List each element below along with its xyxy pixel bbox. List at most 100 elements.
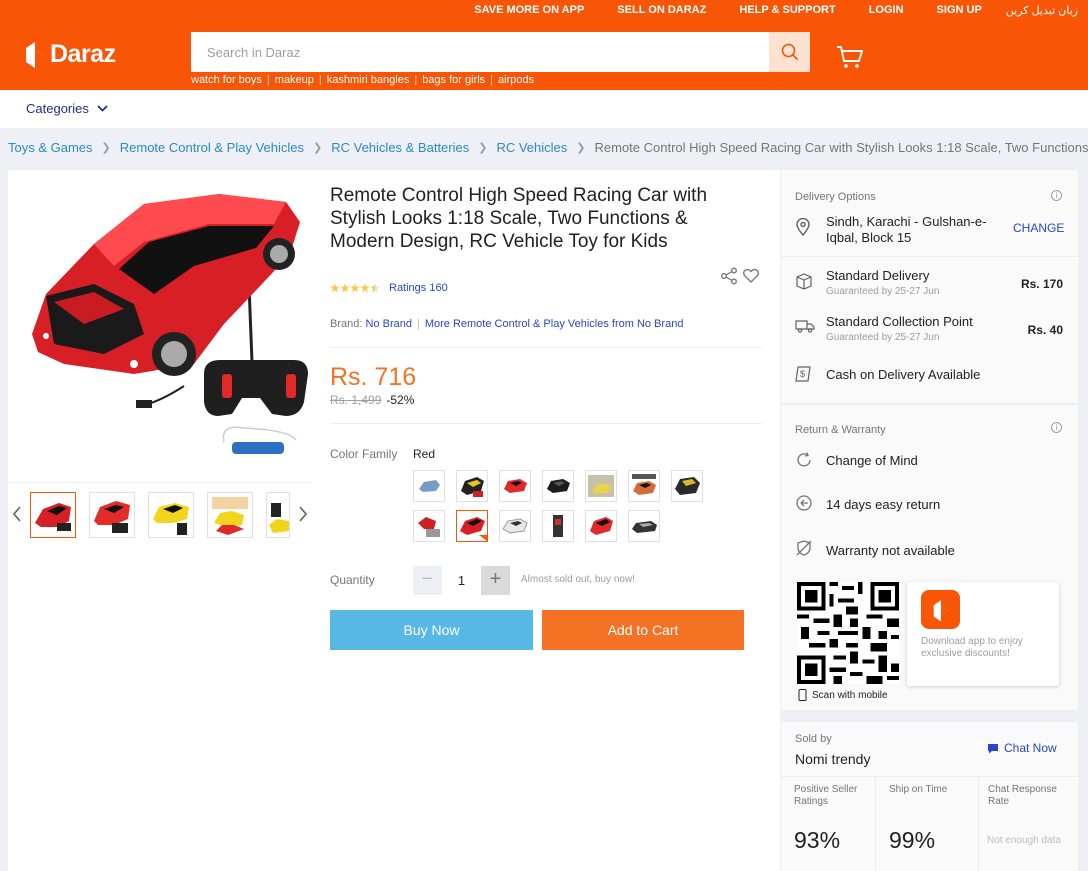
collection-point-price: Rs. 40	[1027, 323, 1063, 337]
suggestion-divider: |	[266, 74, 270, 86]
sold-by-label: Sold by	[795, 733, 832, 745]
breadcrumb-link[interactable]: RC Vehicles	[496, 140, 567, 155]
thumbnail[interactable]	[266, 492, 290, 538]
buy-now-button[interactable]: Buy Now	[330, 610, 533, 650]
color-swatch[interactable]	[542, 470, 574, 502]
color-swatch[interactable]	[628, 510, 660, 542]
app-promo-text: Download app to enjoy exclusive discount…	[921, 636, 1023, 659]
star-rating	[330, 283, 380, 293]
color-swatch[interactable]	[542, 510, 574, 542]
swatch-image	[675, 477, 700, 495]
brand-link[interactable]: No Brand	[365, 318, 411, 330]
save-more-on-app-link[interactable]: SAVE MORE ON APP	[474, 4, 584, 18]
color-swatch[interactable]	[499, 510, 531, 542]
language-switch-link[interactable]: زبان تبدیل کریں	[1006, 4, 1078, 18]
product-card: Remote Control High Speed Racing Car wit…	[8, 170, 780, 871]
seller-stat: Chat Response Rate Not enough data	[979, 776, 1078, 871]
discount-percent: -52%	[386, 393, 415, 407]
warranty-label: Warranty not available	[826, 543, 955, 558]
more-from-brand-link[interactable]: More Remote Control & Play Vehicles from…	[425, 318, 684, 330]
logo-text: Daraz	[50, 39, 116, 68]
color-family-value: Red	[413, 447, 436, 461]
qr-code-image[interactable]	[797, 582, 899, 684]
product-price: Rs. 716	[330, 363, 417, 391]
seller-name[interactable]: Nomi trendy	[795, 751, 870, 767]
top-links: SAVE MORE ON APP SELL ON DARAZ HELP & SU…	[474, 4, 1088, 18]
info-icon[interactable]: i	[1051, 190, 1062, 201]
color-swatch[interactable]	[585, 470, 617, 502]
add-to-cart-button[interactable]: Add to Cart	[542, 610, 744, 650]
swatch-image	[553, 515, 563, 537]
breadcrumb-link[interactable]: Toys & Games	[8, 140, 93, 155]
app-promo-card[interactable]: Download app to enjoy exclusive discount…	[907, 582, 1059, 686]
suggestion-divider: |	[490, 74, 494, 86]
breadcrumb-link[interactable]: Remote Control & Play Vehicles	[120, 140, 304, 155]
thumbnail[interactable]	[148, 492, 194, 538]
ratings-count-link[interactable]: Ratings 160	[389, 282, 448, 294]
quantity-increase-button[interactable]: +	[481, 566, 510, 595]
cash-on-delivery-label: Cash on Delivery Available	[826, 367, 981, 382]
delivery-options-title: Delivery Options	[795, 191, 876, 203]
categories-menu[interactable]: Categories	[26, 101, 108, 116]
share-icon[interactable]	[720, 267, 738, 285]
color-swatch[interactable]	[413, 470, 445, 502]
daraz-app-icon	[921, 590, 960, 629]
suggestion-link[interactable]: airpods	[498, 74, 534, 86]
divider	[330, 347, 762, 348]
daraz-logo-icon	[26, 42, 44, 68]
breadcrumb: Toys & Games ❯ Remote Control & Play Veh…	[8, 140, 1088, 155]
suggestion-link[interactable]: kashmiri bangles	[327, 74, 410, 86]
suggestion-link[interactable]: bags for girls	[422, 74, 485, 86]
swatch-image	[461, 477, 484, 497]
stat-label: Positive Seller Ratings	[794, 784, 858, 807]
signup-link[interactable]: SIGN UP	[937, 4, 982, 18]
share-wishlist-group	[720, 267, 760, 285]
search-button[interactable]	[769, 32, 810, 72]
thumbnail[interactable]	[207, 492, 253, 538]
return-icon	[796, 495, 812, 511]
search-input[interactable]	[191, 32, 769, 72]
swatch-image	[588, 475, 614, 497]
seller-stat: Ship on Time 99%	[876, 776, 978, 871]
suggestion-link[interactable]: watch for boys	[191, 74, 262, 86]
chevron-left-icon[interactable]	[12, 505, 22, 523]
breadcrumb-link[interactable]: RC Vehicles & Batteries	[331, 140, 469, 155]
login-link[interactable]: LOGIN	[869, 4, 904, 18]
quantity-value[interactable]: 1	[442, 566, 481, 595]
sell-on-daraz-link[interactable]: SELL ON DARAZ	[617, 4, 706, 18]
thumbnail[interactable]	[30, 492, 76, 538]
swatch-image	[590, 517, 613, 535]
top-header: SAVE MORE ON APP SELL ON DARAZ HELP & SU…	[0, 0, 1088, 90]
easy-return-label: 14 days easy return	[826, 497, 941, 512]
color-swatch[interactable]	[585, 510, 617, 542]
delivery-location: Sindh, Karachi - Gulshan-e-Iqbal, Block …	[826, 214, 987, 245]
collection-point-eta: Guaranteed by 25-27 Jun	[826, 332, 940, 343]
suggestion-link[interactable]: makeup	[275, 74, 314, 86]
product-main-image[interactable]	[24, 184, 312, 472]
suggestion-divider: |	[414, 74, 418, 86]
help-support-link[interactable]: HELP & SUPPORT	[739, 4, 835, 18]
quantity-label: Quantity	[330, 573, 375, 587]
delivery-options-panel: Delivery Options i Sindh, Karachi - Guls…	[781, 170, 1078, 403]
color-swatch[interactable]	[499, 470, 531, 502]
chevron-right-icon[interactable]	[298, 505, 308, 523]
quantity-decrease-button[interactable]: −	[413, 566, 442, 595]
swatch-image	[632, 474, 656, 495]
svg-text:$: $	[800, 369, 805, 379]
color-swatch[interactable]	[671, 470, 703, 502]
chat-now-button[interactable]: Chat Now	[987, 741, 1057, 755]
stat-value: 93%	[794, 827, 841, 853]
search-suggestions: watch for boys | makeup | kashmiri bangles…	[191, 74, 534, 86]
change-location-link[interactable]: CHANGE	[1013, 221, 1064, 235]
color-swatch[interactable]	[628, 470, 660, 502]
info-icon[interactable]: i	[1051, 422, 1062, 433]
color-swatch[interactable]	[456, 470, 488, 502]
cart-icon[interactable]	[836, 45, 864, 69]
heart-icon[interactable]	[742, 267, 760, 285]
star-icon	[330, 283, 340, 293]
color-family-label: Color Family	[330, 447, 398, 461]
daraz-logo[interactable]: Daraz	[24, 38, 116, 70]
color-swatch[interactable]	[413, 510, 445, 542]
color-swatch-selected[interactable]	[456, 510, 488, 542]
thumbnail[interactable]	[89, 492, 135, 538]
